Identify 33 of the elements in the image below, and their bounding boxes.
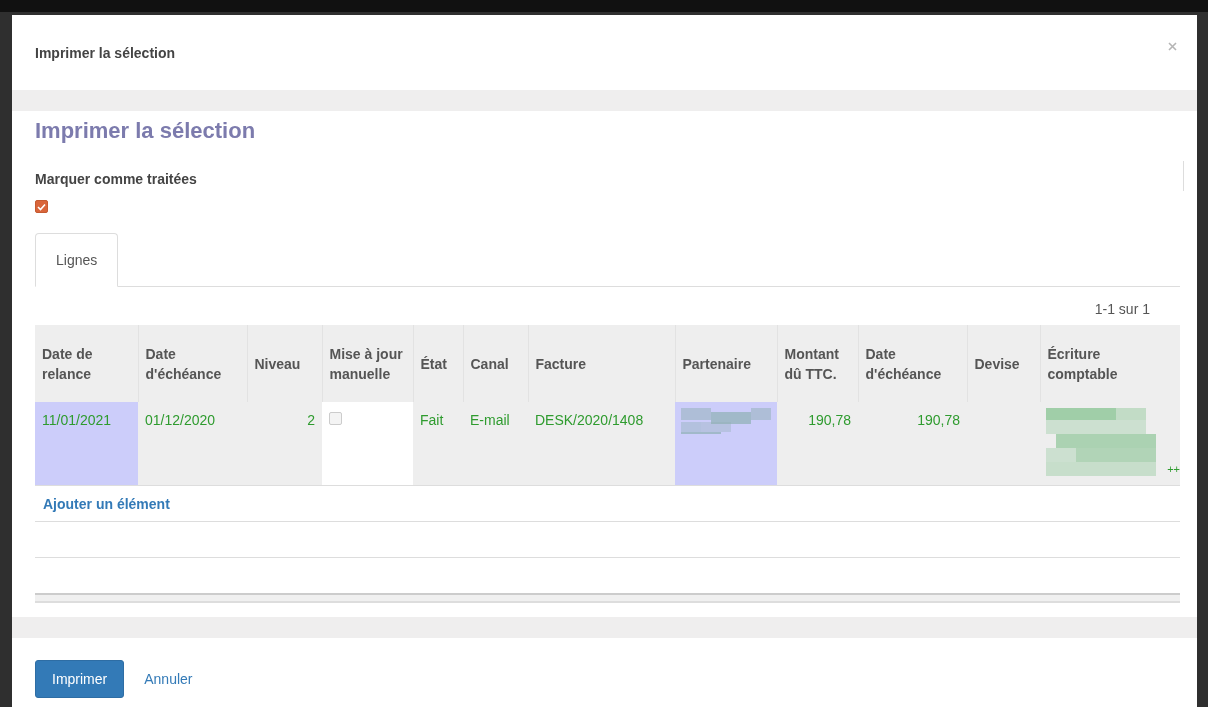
print-button[interactable]: Imprimer bbox=[35, 660, 125, 698]
column-header[interactable]: Date d'échéance bbox=[138, 325, 247, 402]
column-header[interactable]: Montant dû TTC. bbox=[777, 325, 858, 402]
table-cell: 11/01/2021 bbox=[35, 402, 138, 486]
tab[interactable]: Lignes bbox=[35, 233, 119, 287]
table-cell: 01/12/2020 bbox=[138, 402, 247, 486]
column-header[interactable]: Canal bbox=[463, 325, 528, 402]
column-header[interactable]: Mise à jour manuelle bbox=[322, 325, 413, 402]
table-cell: Fait bbox=[413, 402, 463, 486]
table-cell: 190,78 bbox=[777, 402, 858, 486]
table-cell: DESK/2020/1408 bbox=[528, 402, 675, 486]
pager-text: 1-1 sur 1 bbox=[1093, 301, 1150, 319]
table-cell: 2 bbox=[247, 402, 322, 486]
column-header[interactable]: État bbox=[413, 325, 463, 402]
column-header[interactable]: Date de relance bbox=[35, 325, 138, 402]
close-icon[interactable] bbox=[1168, 42, 1177, 51]
form-heading: Imprimer la sélection bbox=[35, 117, 257, 145]
column-header[interactable]: Niveau bbox=[247, 325, 322, 402]
cancel-button[interactable]: Annuler bbox=[136, 671, 201, 687]
column-header[interactable]: Partenaire bbox=[675, 325, 777, 402]
table-cell: 190,78 bbox=[858, 402, 967, 486]
column-header[interactable]: Devise bbox=[967, 325, 1040, 402]
add-item-link[interactable]: Ajouter un élément bbox=[43, 495, 170, 512]
checkbox[interactable] bbox=[35, 200, 48, 213]
table-cell: E-mail bbox=[463, 402, 528, 486]
column-header[interactable]: Facture bbox=[528, 325, 675, 402]
dialog-title: Imprimer la sélection bbox=[35, 44, 176, 61]
column-header[interactable]: Date d'échéance bbox=[858, 325, 967, 402]
horizontal-scrollbar[interactable] bbox=[35, 593, 1180, 603]
checkbox[interactable] bbox=[329, 412, 342, 425]
column-header[interactable]: Écriture comptable bbox=[1040, 325, 1180, 402]
cell-text: ++ bbox=[1167, 463, 1180, 475]
field-label: Marquer comme traitées bbox=[35, 171, 198, 187]
